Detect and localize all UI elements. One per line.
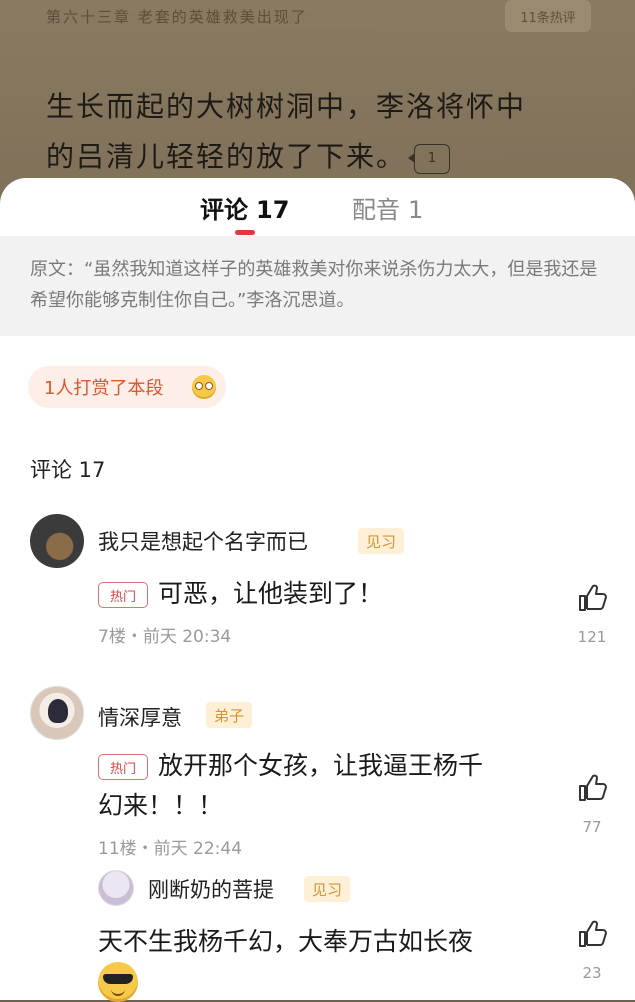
avatar[interactable]	[30, 686, 84, 740]
tab-comments-label: 评论	[200, 196, 248, 224]
avatar[interactable]	[30, 514, 84, 568]
level-badge: 见习	[358, 528, 405, 554]
hot-comments-tag[interactable]: 11条热评	[505, 0, 591, 32]
tab-dubbing-count: 1	[408, 196, 424, 224]
surprised-emoji-icon	[192, 375, 216, 399]
reply-level-badge: 见习	[304, 876, 351, 902]
reply-username[interactable]: 刚断奶的菩提	[148, 874, 274, 904]
reward-text: 1人打赏了本段	[44, 378, 164, 399]
comment-sheet: 评论 17 配音 1 原文：“虽然我知道这样子的英雄救美对你来说杀伤力太大，但是…	[0, 178, 635, 1002]
reply-avatar[interactable]	[98, 870, 134, 906]
comment-meta: 7楼・前天 20:34	[98, 627, 232, 647]
hot-badge: 热门	[98, 582, 148, 608]
chapter-title: 第六十三章 老套的英雄救美出现了	[46, 8, 308, 26]
tab-bar: 评论 17 配音 1	[0, 178, 635, 236]
like-icon[interactable]	[576, 918, 608, 950]
reader-text-line-2-text: 的吕清儿轻轻的放了下来。	[46, 140, 407, 173]
like-count: 121	[577, 628, 607, 646]
reader-text-line-1: 生长而起的大树树洞中，李洛将怀中	[46, 90, 527, 123]
tab-dubbing-label: 配音	[352, 196, 400, 224]
comments-section-title: 评论 17	[30, 458, 106, 482]
reply-text[interactable]: 天不生我杨千幻，大奉万古如长夜	[98, 922, 473, 958]
username[interactable]: 情深厚意	[98, 702, 182, 732]
comment-text[interactable]: 可恶，让他装到了！	[158, 574, 383, 614]
username[interactable]: 我只是想起个名字而已	[98, 526, 308, 556]
level-badge: 弟子	[206, 702, 253, 728]
like-icon[interactable]	[576, 772, 608, 804]
reader-text: 生长而起的大树树洞中，李洛将怀中 的吕清儿轻轻的放了下来。 1	[46, 82, 606, 182]
comment-text-line-1: 放开那个女孩，让我逼王杨千	[158, 751, 484, 780]
reply-like-count: 23	[582, 964, 602, 982]
comment-meta: 11楼・前天 22:44	[98, 839, 243, 859]
sunglasses-emoji-icon	[98, 962, 138, 1002]
hot-badge: 热门	[98, 754, 148, 780]
tab-comments[interactable]: 评论 17	[200, 190, 289, 225]
like-icon[interactable]	[576, 582, 608, 614]
tab-comments-count: 17	[256, 196, 290, 224]
comment-text-line-2: 幻来！！！	[98, 791, 224, 820]
like-count: 77	[582, 818, 602, 836]
tab-dubbing[interactable]: 配音 1	[352, 190, 423, 225]
paragraph-comment-count[interactable]: 1	[408, 143, 451, 174]
quote-text: 原文：“虽然我知道这样子的英雄救美对你来说杀伤力太大，但是我还是希望你能够克制住…	[30, 259, 598, 311]
comment-text[interactable]: 放开那个女孩，让我逼王杨千	[158, 746, 483, 786]
reader-text-line-2: 的吕清儿轻轻的放了下来。 1	[46, 132, 606, 182]
reward-banner[interactable]: 1人打赏了本段	[28, 366, 226, 408]
active-tab-indicator	[235, 230, 255, 235]
original-text-quote: 原文：“虽然我知道这样子的英雄救美对你来说杀伤力太大，但是我还是希望你能够克制住…	[0, 236, 635, 336]
